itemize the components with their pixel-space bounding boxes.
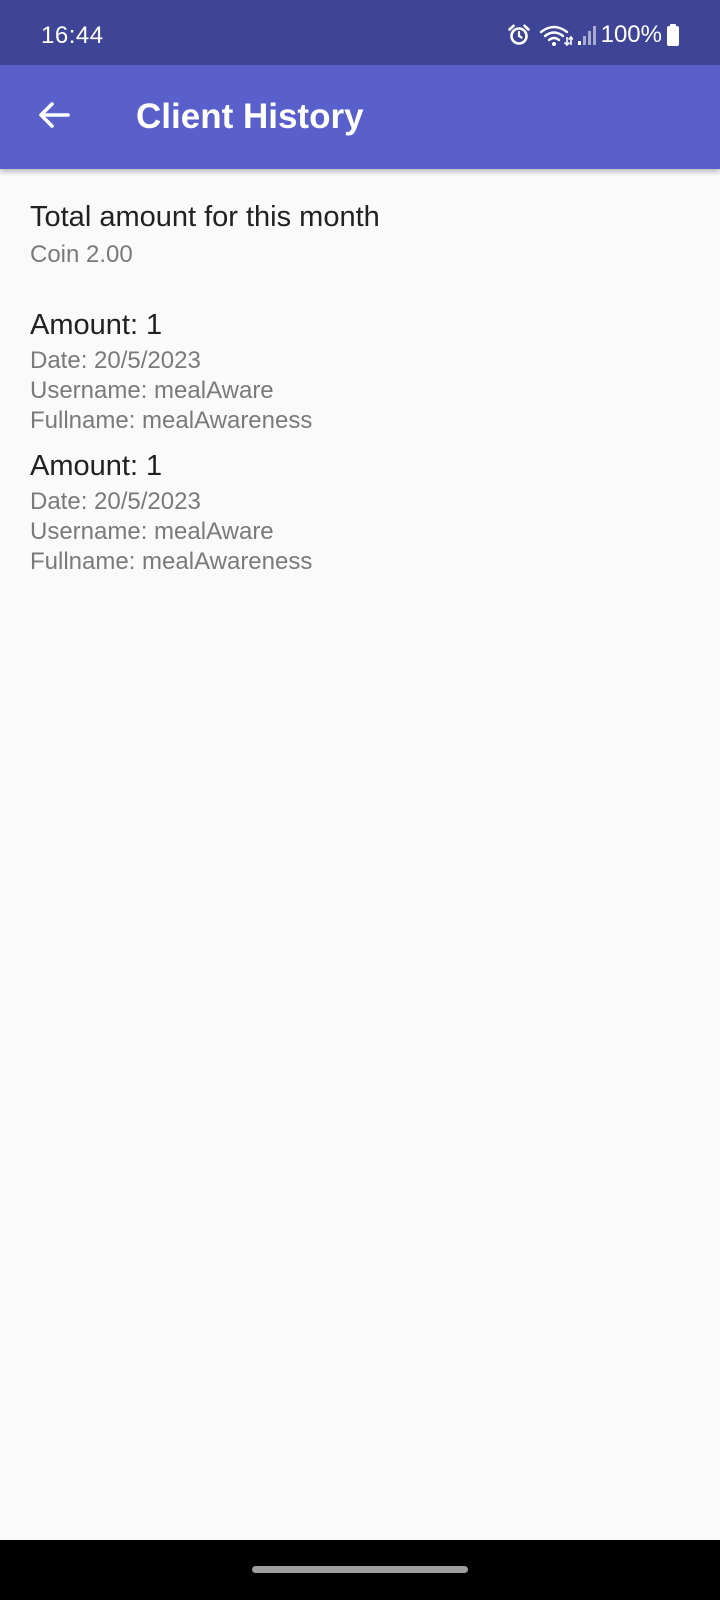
status-time: 16:44 <box>41 22 104 49</box>
page-title: Client History <box>136 97 364 136</box>
battery-icon <box>666 23 680 47</box>
home-gesture-handle[interactable] <box>252 1566 468 1573</box>
transaction-username: Username: mealAware <box>30 518 274 545</box>
status-icons: 100% <box>507 20 680 50</box>
transaction-amount: Amount: 1 <box>30 450 163 482</box>
navigation-bar <box>0 1540 720 1600</box>
transaction-username: Username: mealAware <box>30 377 274 404</box>
summary-title: Total amount for this month <box>30 201 380 233</box>
transaction-fullname: Fullname: mealAwareness <box>30 407 313 434</box>
battery-percent: 100% <box>600 21 662 48</box>
transaction-date: Date: 20/5/2023 <box>30 347 201 374</box>
signal-icon <box>577 23 597 47</box>
transaction-date: Date: 20/5/2023 <box>30 488 201 515</box>
app-bar: Client History <box>0 65 720 169</box>
alarm-icon <box>507 23 531 47</box>
transaction-amount: Amount: 1 <box>30 309 163 341</box>
list-item: Amount: 1 Date: 20/5/2023 Username: meal… <box>30 309 690 434</box>
wifi-icon <box>539 23 573 47</box>
status-bar: 16:44 100% <box>0 0 720 65</box>
arrow-left-icon <box>37 98 71 137</box>
summary-value: Coin 2.00 <box>30 241 133 268</box>
back-button[interactable] <box>24 87 84 147</box>
transaction-fullname: Fullname: mealAwareness <box>30 548 313 575</box>
list-item: Amount: 1 Date: 20/5/2023 Username: meal… <box>30 450 690 575</box>
